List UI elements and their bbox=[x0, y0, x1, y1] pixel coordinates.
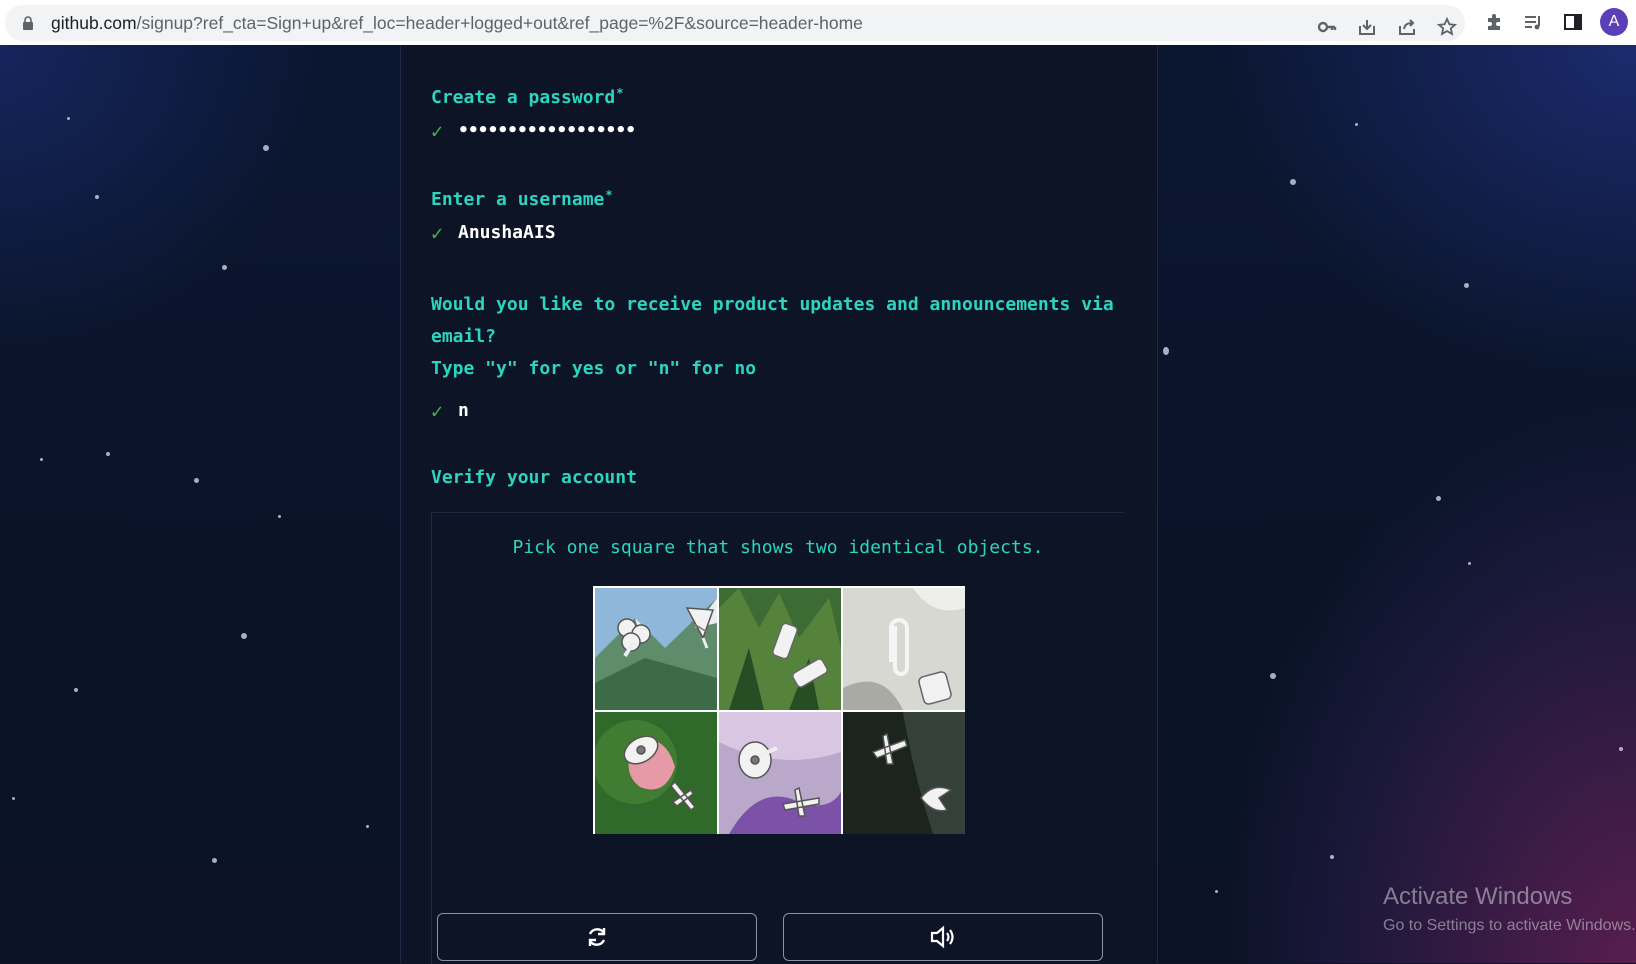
email-updates-check-icon: ✓ bbox=[431, 399, 444, 423]
email-updates-question-cont: email? bbox=[431, 326, 497, 347]
star bbox=[74, 688, 78, 692]
refresh-icon bbox=[588, 928, 606, 946]
signup-panel: Create a password* ✓ •••••••••••••••••• … bbox=[400, 45, 1158, 964]
speaker-icon bbox=[930, 925, 954, 949]
email-updates-field[interactable]: n bbox=[458, 400, 469, 421]
browser-toolbar: github.com/signup?ref_cta=Sign+up&ref_lo… bbox=[0, 0, 1636, 46]
audio-captcha-button[interactable] bbox=[783, 913, 1103, 961]
star bbox=[1163, 347, 1169, 355]
username-field[interactable]: AnushaAIS bbox=[458, 222, 556, 243]
star bbox=[1215, 890, 1218, 893]
captcha-instruction: Pick one square that shows two identical… bbox=[512, 537, 1044, 558]
star bbox=[366, 825, 369, 828]
address-bar[interactable]: github.com/signup?ref_cta=Sign+up&ref_lo… bbox=[5, 5, 1465, 41]
star bbox=[278, 515, 281, 518]
captcha-box: Pick one square that shows two identical… bbox=[431, 512, 1124, 964]
star bbox=[1464, 283, 1469, 288]
password-field[interactable]: •••••••••••••••••• bbox=[458, 120, 636, 141]
star bbox=[40, 458, 43, 461]
url-path: /signup?ref_cta=Sign+up&ref_loc=header+l… bbox=[136, 13, 863, 33]
captcha-tile-5[interactable] bbox=[719, 712, 841, 834]
star bbox=[212, 858, 217, 863]
captcha-grid bbox=[593, 586, 965, 834]
media-queue-icon[interactable] bbox=[1521, 10, 1545, 34]
refresh-captcha-button[interactable] bbox=[437, 913, 757, 961]
captcha-tile-3[interactable] bbox=[843, 588, 965, 710]
side-panel-icon[interactable] bbox=[1561, 10, 1585, 34]
share-icon[interactable] bbox=[1395, 15, 1419, 39]
url-host: github.com bbox=[51, 13, 137, 33]
star bbox=[222, 265, 227, 270]
required-mark: * bbox=[616, 86, 624, 100]
star bbox=[1468, 562, 1471, 565]
star bbox=[1270, 673, 1276, 679]
profile-avatar[interactable]: A bbox=[1600, 8, 1628, 36]
star bbox=[194, 478, 199, 483]
star bbox=[106, 452, 110, 456]
install-icon[interactable] bbox=[1355, 15, 1379, 39]
username-label: Enter a username* bbox=[431, 184, 613, 215]
star bbox=[95, 195, 99, 199]
star bbox=[241, 633, 247, 639]
activation-watermark-subtitle: Go to Settings to activate Windows. bbox=[1383, 917, 1636, 934]
extensions-icon[interactable] bbox=[1482, 10, 1506, 34]
email-updates-question: Would you like to receive product update… bbox=[431, 294, 1114, 315]
captcha-tile-6[interactable] bbox=[843, 712, 965, 834]
bookmark-star-icon[interactable] bbox=[1435, 15, 1459, 39]
verify-heading: Verify your account bbox=[431, 467, 637, 488]
captcha-tile-4[interactable] bbox=[595, 712, 717, 834]
star bbox=[1330, 855, 1334, 859]
star bbox=[1355, 123, 1358, 126]
email-updates-hint: Type "y" for yes or "n" for no bbox=[431, 358, 757, 379]
username-label-text: Enter a username bbox=[431, 189, 605, 210]
star bbox=[67, 117, 70, 120]
captcha-tile-2[interactable] bbox=[719, 588, 841, 710]
required-mark: * bbox=[605, 188, 613, 202]
star bbox=[12, 797, 15, 800]
lock-icon[interactable] bbox=[21, 16, 35, 30]
star bbox=[1619, 747, 1623, 751]
password-label: Create a password* bbox=[431, 82, 623, 113]
activation-watermark-title: Activate Windows bbox=[1383, 883, 1573, 910]
backpack-icon bbox=[918, 671, 952, 705]
star bbox=[1290, 179, 1296, 185]
star bbox=[263, 145, 269, 151]
star bbox=[1436, 496, 1441, 501]
url-text[interactable]: github.com/signup?ref_cta=Sign+up&ref_lo… bbox=[51, 13, 863, 33]
captcha-tile-1[interactable] bbox=[595, 588, 717, 710]
password-check-icon: ✓ bbox=[431, 119, 444, 143]
key-icon[interactable] bbox=[1315, 15, 1339, 39]
username-check-icon: ✓ bbox=[431, 221, 444, 245]
password-label-text: Create a password bbox=[431, 87, 616, 108]
